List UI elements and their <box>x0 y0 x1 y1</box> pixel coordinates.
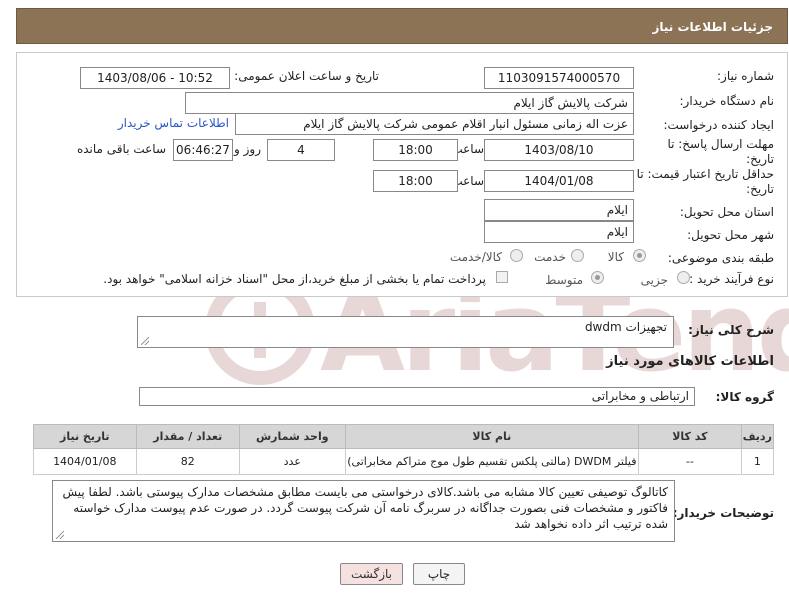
col-row: ردیف <box>740 424 775 449</box>
days-label: روز و <box>234 142 261 156</box>
category-goods-label: کالا <box>607 250 624 264</box>
page-header: جزئیات اطلاعات نیاز <box>16 8 788 44</box>
process-radio-minor[interactable] <box>677 271 690 284</box>
deadline-date-field: 1403/08/10 <box>484 139 634 161</box>
need-number-field: 1103091574000570 <box>484 67 634 89</box>
creator-label: ایجاد کننده درخواست: <box>663 118 774 132</box>
page-title: جزئیات اطلاعات نیاز <box>652 20 773 34</box>
validity-label: حداقل تاریخ اعتبار قیمت: تا <box>636 167 774 181</box>
announce-label: تاریخ و ساعت اعلان عمومی: <box>234 69 379 83</box>
cell-unit: عدد <box>239 448 346 475</box>
category-radio-goods-service[interactable] <box>510 249 523 262</box>
province-label: استان محل تحویل: <box>679 205 774 219</box>
buyer-notes-label: توضیحات خریدار: <box>672 506 774 520</box>
resize-grip-icon <box>56 531 64 539</box>
buyer-org-field: شرکت پالایش گاز ایلام <box>185 92 634 114</box>
col-qty: تعداد / مقدار <box>135 424 241 449</box>
col-date: تاریخ نیاز <box>33 424 137 449</box>
buyer-notes-text: کاتالوگ توصیفی تعیین کالا مشابه می باشد.… <box>62 485 668 531</box>
deadline-label: مهلت ارسال پاسخ: تا <box>667 137 774 151</box>
category-radio-service[interactable] <box>571 249 584 262</box>
deadline-date-label: تاریخ: <box>746 152 774 166</box>
need-number-label: شماره نیاز: <box>717 69 774 83</box>
validity-date-field: 1404/01/08 <box>484 170 634 192</box>
goods-group-label: گروه کالا: <box>715 390 774 404</box>
category-goods-service-label: کالا/خدمت <box>449 250 502 264</box>
deadline-time-field: 18:00 <box>373 139 458 161</box>
process-minor-label: جزیی <box>640 273 668 287</box>
days-field: 4 <box>267 139 335 161</box>
validity-date-label: تاریخ: <box>746 182 774 196</box>
treasury-payment-text: پرداخت تمام یا بخشی از مبلغ خرید،از محل … <box>103 272 486 286</box>
buyer-org-label: نام دستگاه خریدار: <box>679 94 775 108</box>
col-code: کد کالا <box>638 424 742 449</box>
col-unit: واحد شمارش <box>239 424 346 449</box>
goods-table: ردیف کد کالا نام کالا واحد شمارش تعداد /… <box>33 424 775 475</box>
cell-date: 1404/01/08 <box>33 448 137 475</box>
creator-field: عزت اله زمانی مسئول انبار اقلام عمومی شر… <box>235 113 634 135</box>
category-service-label: خدمت <box>534 250 566 264</box>
process-medium-label: متوسط <box>545 273 583 287</box>
goods-section-title: اطلاعات کالاهای مورد نیاز <box>606 354 774 369</box>
description-label: شرح کلی نیاز: <box>688 323 774 337</box>
cell-qty: 82 <box>135 448 241 475</box>
category-radio-goods[interactable] <box>633 249 646 262</box>
cell-name: فیلتر DWDM (مالتی پلکس تقسیم طول موج متر… <box>344 448 640 475</box>
col-name: نام کالا <box>344 424 640 449</box>
cell-code: -- <box>638 448 742 475</box>
table-row: 1 -- فیلتر DWDM (مالتی پلکس تقسیم طول مو… <box>33 448 775 475</box>
validity-time-field: 18:00 <box>373 170 458 192</box>
process-radio-medium[interactable] <box>591 271 604 284</box>
announce-field: 1403/08/06 - 10:52 <box>80 67 230 89</box>
resize-grip-icon <box>141 337 149 345</box>
buyer-notes-textarea: کاتالوگ توصیفی تعیین کالا مشابه می باشد.… <box>52 480 675 542</box>
remaining-label: ساعت باقی مانده <box>76 142 166 156</box>
province-field: ایلام <box>484 199 634 221</box>
description-textarea: تجهیزات dwdm <box>137 316 674 348</box>
back-button[interactable]: بازگشت <box>340 563 403 585</box>
goods-group-field: ارتباطی و مخابراتی <box>139 387 695 406</box>
treasury-payment-checkbox[interactable] <box>496 271 508 283</box>
cell-row: 1 <box>740 448 775 475</box>
print-button[interactable]: چاپ <box>413 563 465 585</box>
process-label: نوع فرآیند خرید : <box>689 272 774 286</box>
category-label: طبقه بندی موضوعی: <box>667 251 774 265</box>
buyer-contact-link[interactable]: اطلاعات تماس خریدار <box>118 116 229 130</box>
city-field: ایلام <box>484 221 634 243</box>
city-label: شهر محل تحویل: <box>687 228 774 242</box>
description-text: تجهیزات dwdm <box>584 320 667 334</box>
remaining-time-field: 06:46:27 <box>173 139 233 161</box>
goods-table-header: ردیف کد کالا نام کالا واحد شمارش تعداد /… <box>33 424 775 449</box>
